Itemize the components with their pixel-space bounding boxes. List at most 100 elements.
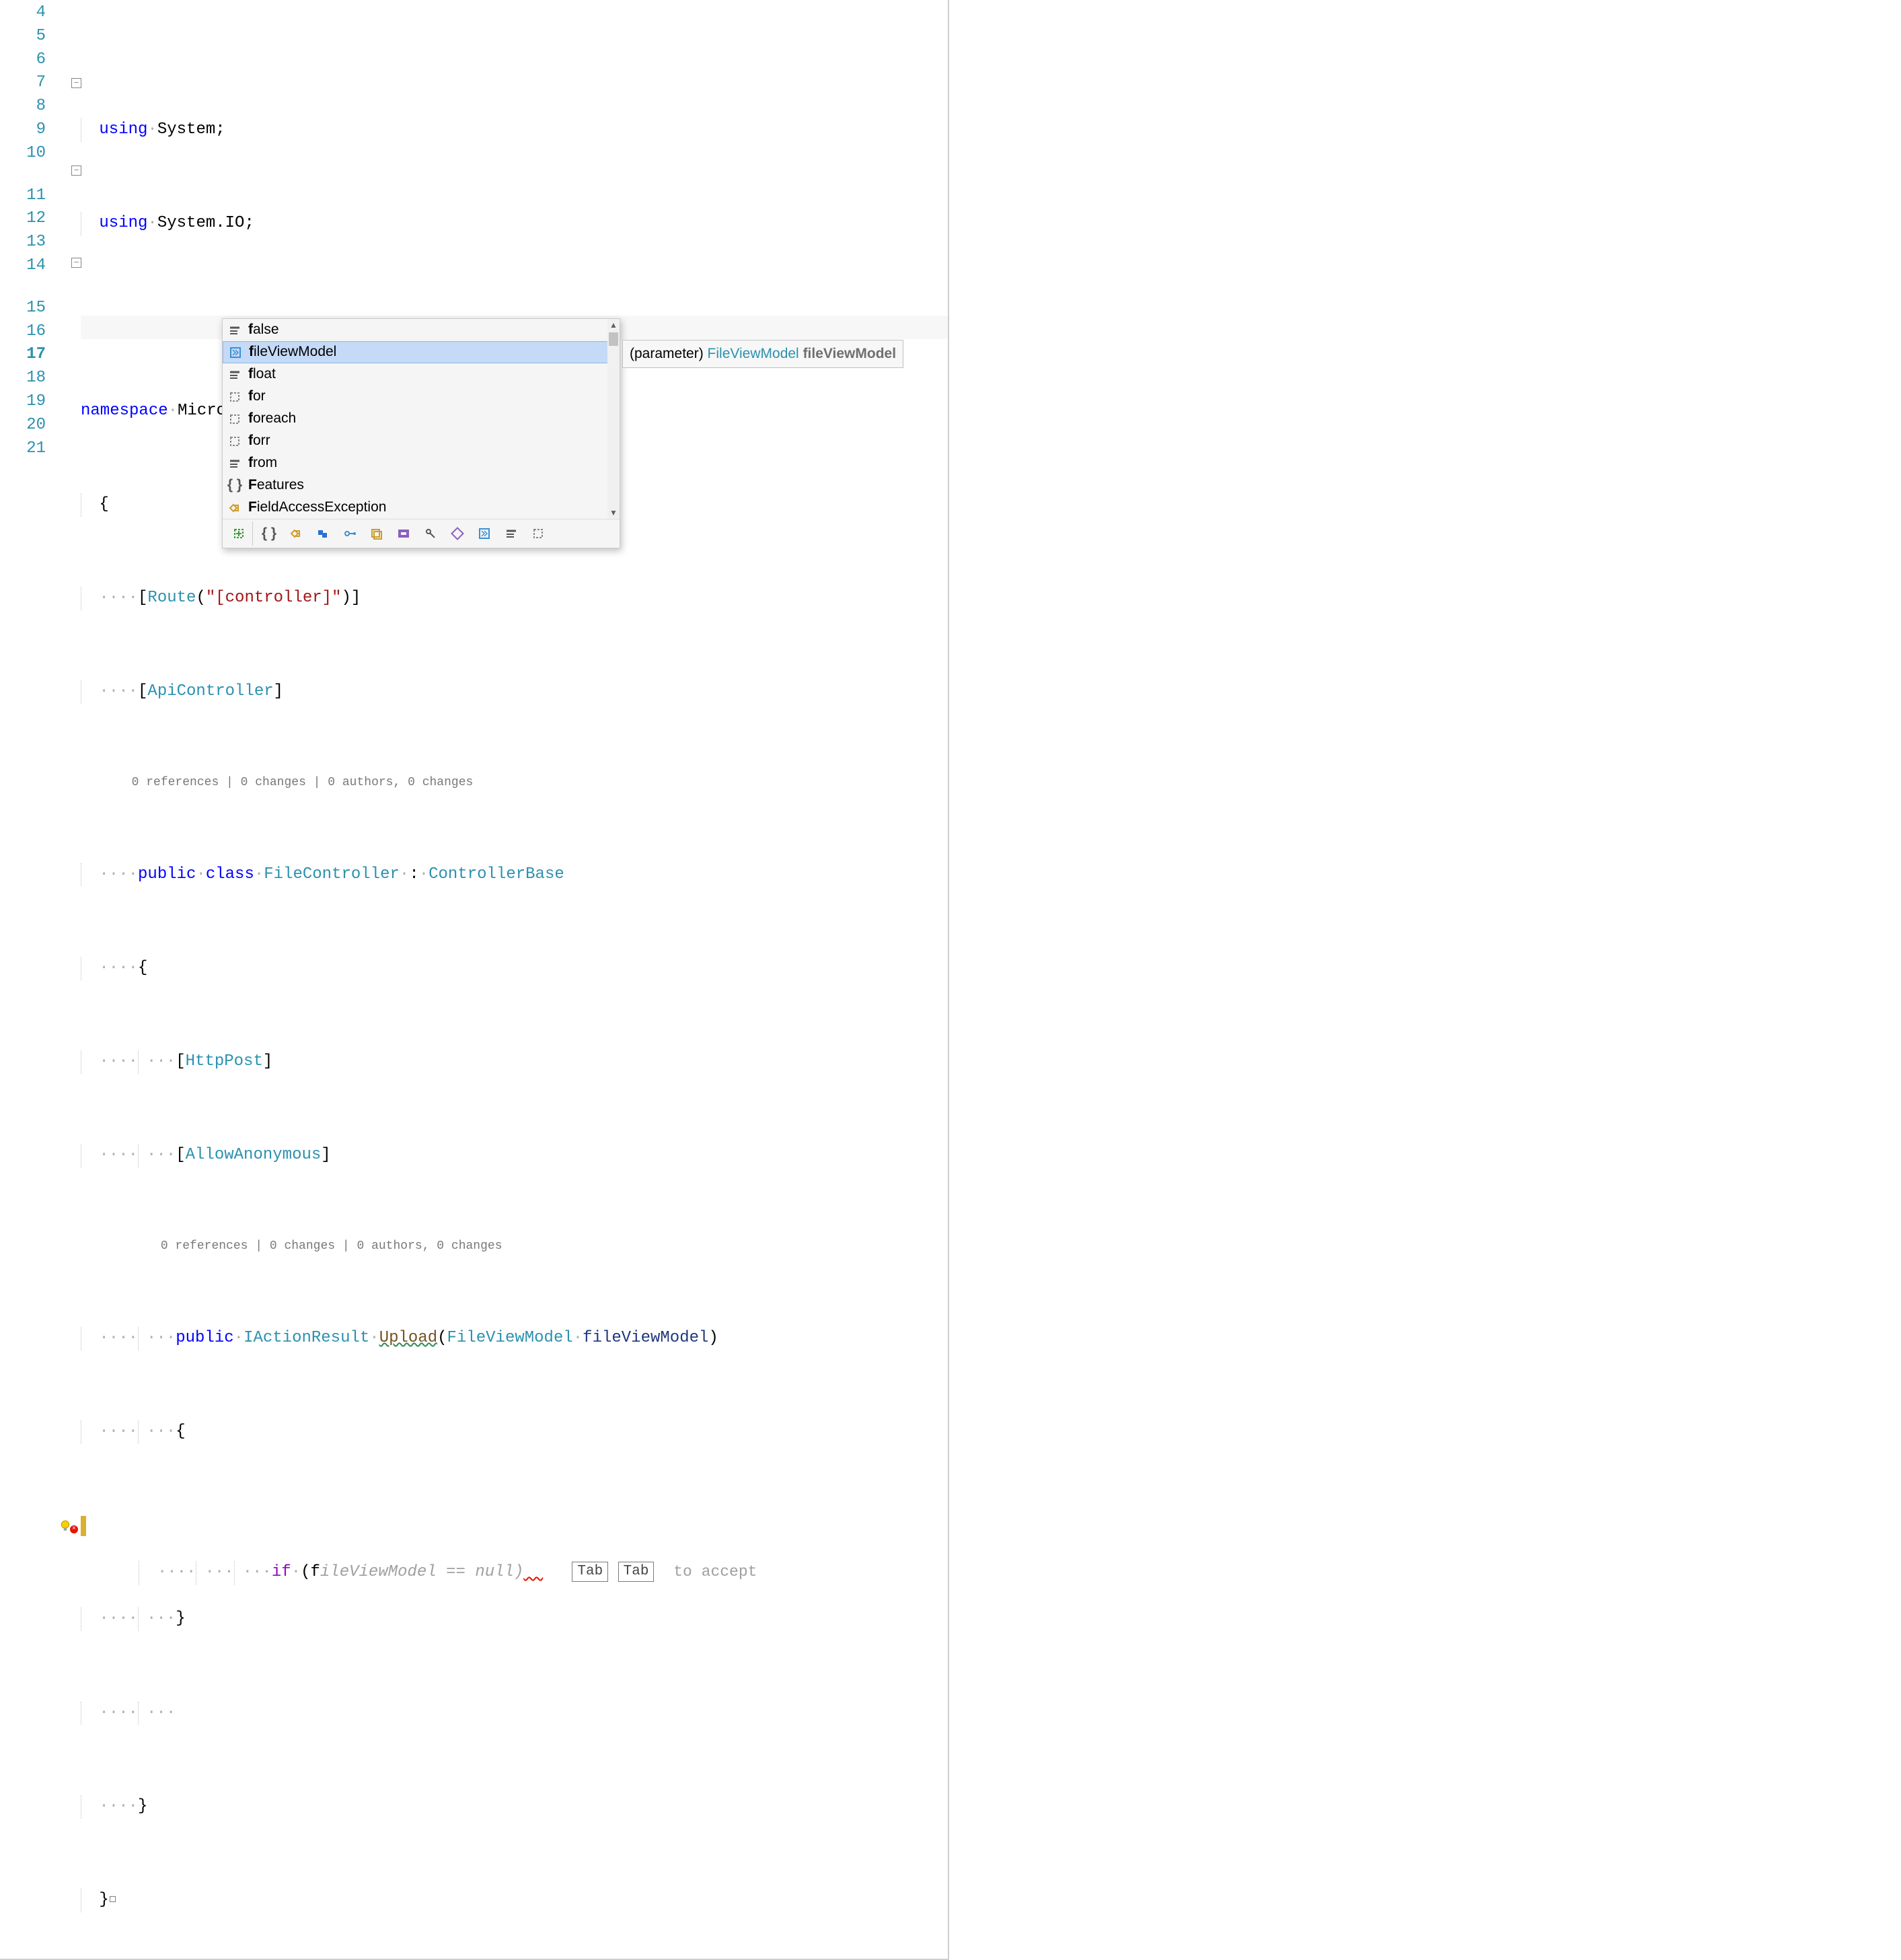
ghost-text: ileViewModel == null)	[320, 1563, 523, 1581]
scrollbar[interactable]: ▲ ▼	[607, 319, 620, 519]
completion-filters[interactable]: { }	[223, 519, 620, 548]
code-text: {	[176, 1422, 185, 1441]
line-number-gutter: 456789101112131415161718192021	[0, 0, 58, 1959]
filter-interfaces-icon[interactable]	[336, 521, 363, 546]
completion-item[interactable]: foreach	[223, 408, 620, 430]
snippet-icon	[227, 412, 243, 426]
tab-hint: Tab	[618, 1562, 655, 1582]
code-text: System;	[157, 120, 225, 139]
filter-classes-icon[interactable]	[283, 521, 309, 546]
line-number: 20	[0, 414, 46, 437]
param-icon	[227, 346, 244, 359]
struct-icon	[227, 501, 243, 515]
code-editor[interactable]: 456789101112131415161718192021 − − − usi…	[0, 0, 949, 1960]
fold-toggle-icon[interactable]: −	[71, 166, 81, 176]
code-line[interactable]: ····}	[81, 1795, 948, 1819]
codelens[interactable]: 0 references | 0 changes | 0 authors, 0 …	[81, 1237, 948, 1256]
line-number: 9	[0, 118, 46, 142]
folding-column: − − −	[71, 0, 81, 1959]
const-icon	[227, 457, 243, 470]
tooltip-kind: (parameter)	[630, 346, 704, 361]
code-line[interactable]: ····[ApiController]	[81, 680, 948, 704]
line-number: 8	[0, 95, 46, 118]
completion-label: from	[248, 453, 277, 473]
filter-delegates-icon[interactable]	[390, 521, 417, 546]
completion-item[interactable]: from	[223, 452, 620, 474]
code-text: {	[99, 495, 108, 513]
type: FileViewModel	[447, 1329, 573, 1347]
type: IActionResult	[244, 1329, 369, 1347]
completion-label: fileViewModel	[249, 342, 336, 362]
code-line[interactable]: ·······	[81, 1702, 948, 1725]
method: Upload	[379, 1329, 437, 1347]
filter-namespaces-icon[interactable]: { }	[256, 521, 283, 546]
code-text: {	[138, 959, 147, 977]
code-line[interactable]: }	[81, 1889, 948, 1912]
filter-properties-icon[interactable]	[444, 521, 471, 546]
fold-toggle-icon[interactable]: −	[71, 78, 81, 88]
line-number: 18	[0, 367, 46, 390]
attribute: Route	[147, 589, 196, 607]
filter-keywords-icon[interactable]	[498, 521, 525, 546]
line-number: 4	[0, 1, 46, 25]
keyword: public	[138, 865, 196, 883]
completion-label: false	[248, 320, 279, 340]
filter-enums-icon[interactable]	[363, 521, 390, 546]
code-line[interactable]: ·······[AllowAnonymous]	[81, 1144, 948, 1167]
completion-item[interactable]: fileViewModel	[223, 341, 620, 363]
code-line[interactable]: ·······{	[81, 1420, 948, 1444]
filter-structures-icon[interactable]	[309, 521, 336, 546]
code-line[interactable]: ·······[HttpPost]	[81, 1050, 948, 1074]
filter-locals-icon[interactable]	[471, 521, 498, 546]
code-area[interactable]: using·System; using·System.IO; namespace…	[81, 0, 948, 1959]
completion-item[interactable]: for	[223, 386, 620, 408]
code-line[interactable]: ····public·class·FileController·:·Contro…	[81, 863, 948, 887]
code-line[interactable]: using·System.IO;	[81, 212, 948, 235]
snippet-icon	[227, 435, 243, 448]
code-text: }	[176, 1609, 185, 1628]
code-line[interactable]: ·······}	[81, 1607, 948, 1631]
completion-tooltip: (parameter) FileViewModel fileViewModel	[622, 340, 903, 368]
type: FileController	[264, 865, 400, 883]
code-text: System.IO;	[157, 214, 254, 232]
code-text: }	[99, 1891, 108, 1909]
completion-item[interactable]: { }Features	[223, 474, 620, 497]
completion-item[interactable]: float	[223, 363, 620, 386]
filter-expand-icon[interactable]	[225, 521, 253, 546]
filter-methods-icon[interactable]	[417, 521, 444, 546]
code-text: }	[138, 1797, 147, 1815]
filter-snippets-icon[interactable]	[525, 521, 552, 546]
keyword: public	[176, 1329, 233, 1347]
line-number: 5	[0, 25, 46, 48]
fold-toggle-icon[interactable]: −	[71, 258, 81, 268]
type: ControllerBase	[428, 865, 564, 883]
completion-item[interactable]: forr	[223, 430, 620, 452]
code-line[interactable]: ·······public·IActionResult·Upload(FileV…	[81, 1327, 948, 1350]
scroll-down-icon[interactable]: ▼	[609, 507, 618, 519]
completion-label: float	[248, 364, 276, 384]
code-line[interactable]: ····[Route("[controller]")]	[81, 587, 948, 610]
scroll-up-icon[interactable]: ▲	[609, 319, 618, 331]
code-line[interactable]: ····{	[81, 957, 948, 980]
line-number: 10	[0, 142, 46, 166]
code-line[interactable]: × ··········if·(fileViewModel == null) T…	[81, 1514, 948, 1537]
tooltip-name: fileViewModel	[803, 346, 896, 361]
completion-item[interactable]: false	[223, 319, 620, 341]
scroll-thumb[interactable]	[609, 332, 618, 346]
code-text: f	[311, 1563, 320, 1581]
completion-label: FieldAccessException	[248, 497, 386, 517]
change-marker	[81, 1516, 86, 1536]
code-line[interactable]: using·System;	[81, 118, 948, 142]
completion-list[interactable]: falsefileViewModelfloatforforeachforrfro…	[223, 319, 620, 519]
parameter: fileViewModel	[583, 1329, 708, 1347]
glyph-margin	[58, 0, 71, 1959]
completion-popup[interactable]: falsefileViewModelfloatforforeachforrfro…	[222, 318, 620, 548]
codelens[interactable]: 0 references | 0 changes | 0 authors, 0 …	[81, 774, 948, 793]
completion-item[interactable]: FieldAccessException	[223, 497, 620, 519]
const-icon	[227, 368, 243, 382]
string: "[controller]"	[206, 589, 342, 607]
line-number: 19	[0, 390, 46, 414]
line-number: 15	[0, 297, 46, 320]
outline-end-icon	[110, 1896, 116, 1902]
attribute: AllowAnonymous	[186, 1146, 322, 1164]
